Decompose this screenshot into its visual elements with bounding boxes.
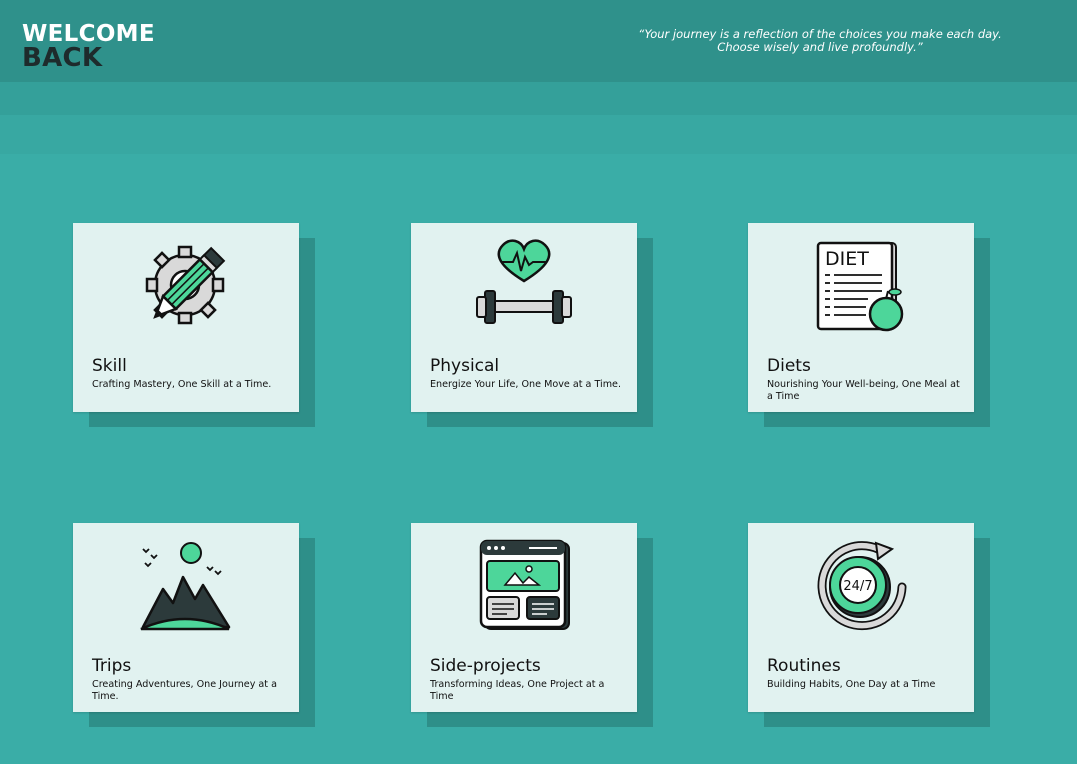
heart-dumbbell-icon [471,237,577,333]
card-subtitle: Building Habits, One Day at a Time [767,679,936,690]
card-trips[interactable]: Trips Creating Adventures, One Journey a… [73,523,299,712]
card-routines[interactable]: 24/7 Routines Building Habits, One Day a… [748,523,974,712]
card-side-projects[interactable]: Side-projects Transforming Ideas, One Pr… [411,523,637,712]
header-divider-band-lower [0,115,1077,154]
card-subtitle: Nourishing Your Well-being, One Meal at … [767,379,960,402]
card-physical[interactable]: Physical Energize Your Life, One Move at… [411,223,637,412]
card-title: Skill [92,356,127,376]
card-subtitle: Transforming Ideas, One Project at a Tim… [430,679,605,702]
card-subtitle: Energize Your Life, One Move at a Time. [430,379,621,390]
card-routines-wrapper: 24/7 Routines Building Habits, One Day a… [748,523,990,727]
clock-24-7-icon: 24/7 [808,537,914,633]
card-title: Diets [767,356,811,376]
card-title: Routines [767,656,841,676]
quote-line-2: Choose wisely and live profoundly.” [717,40,923,54]
card-title: Side-projects [430,656,541,676]
header-divider-band [0,82,1077,115]
diet-apple-icon: DIET [808,237,914,333]
card-skill-wrapper: Skill Crafting Mastery, One Skill at a T… [73,223,315,427]
card-diets[interactable]: DIET Diets Nourishing Your Well-being, O… [748,223,974,412]
welcome-line-2: BACK [22,43,103,73]
card-title: Trips [92,656,132,676]
card-trips-wrapper: Trips Creating Adventures, One Journey a… [73,523,315,727]
pencil-gear-icon [133,237,239,333]
card-title: Physical [430,356,500,376]
card-side-projects-wrapper: Side-projects Transforming Ideas, One Pr… [411,523,653,727]
motivational-quote: “Your journey is a reflection of the cho… [600,28,1040,54]
browser-window-icon [471,537,577,633]
diet-label: DIET [825,248,869,270]
card-skill[interactable]: Skill Crafting Mastery, One Skill at a T… [73,223,299,412]
routine-24-7-label: 24/7 [843,579,872,594]
mountain-sun-icon [133,537,239,633]
card-subtitle: Crafting Mastery, One Skill at a Time. [92,379,272,390]
card-subtitle: Creating Adventures, One Journey at a Ti… [92,679,277,702]
welcome-heading: WELCOME BACK [22,22,155,73]
card-diets-wrapper: DIET Diets Nourishing Your Well-being, O… [748,223,990,427]
card-physical-wrapper: Physical Energize Your Life, One Move at… [411,223,653,427]
